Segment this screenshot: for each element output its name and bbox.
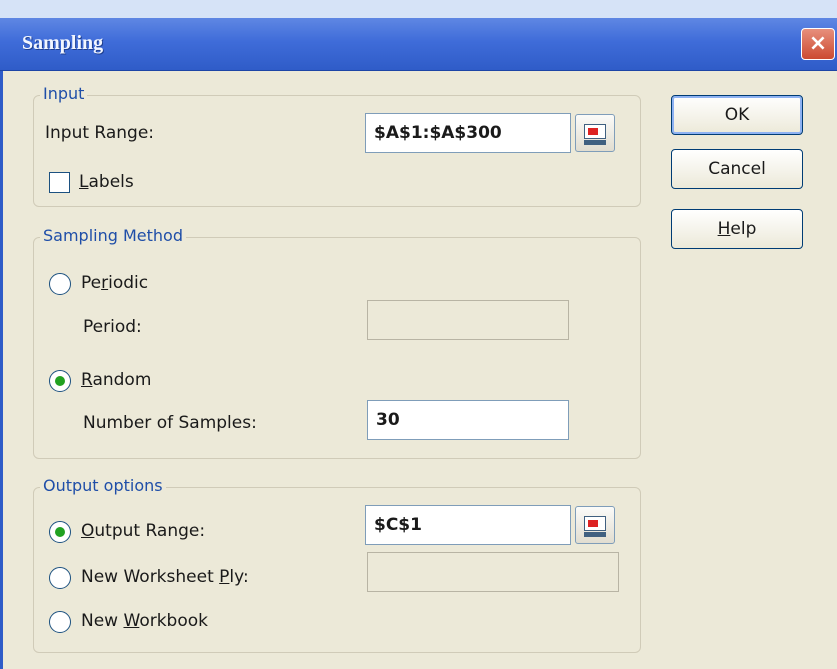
labels-checkbox[interactable] <box>49 172 70 193</box>
output-range-radio-label[interactable]: Output Range: <box>81 521 205 541</box>
close-icon: × <box>808 31 828 56</box>
new-worksheet-ply-field[interactable] <box>367 552 619 592</box>
output-range-collapse-button[interactable] <box>575 506 615 544</box>
new-worksheet-ply-radio-label[interactable]: New Worksheet Ply: <box>81 567 249 587</box>
dialog-title: Sampling <box>22 32 104 54</box>
input-range-field[interactable]: $A$1:$A$300 <box>365 113 571 153</box>
periodic-radio[interactable] <box>49 273 71 295</box>
output-range-radio[interactable] <box>49 521 71 543</box>
period-label: Period: <box>83 317 142 337</box>
period-field[interactable] <box>367 300 569 340</box>
periodic-radio-label[interactable]: Periodic <box>81 273 148 293</box>
output-range-field[interactable]: $C$1 <box>365 505 571 545</box>
dialog-body: Input Input Range: $A$1:$A$300 Labels Sa… <box>0 71 837 669</box>
new-workbook-radio[interactable] <box>49 611 71 633</box>
input-range-label: Input Range: <box>45 123 155 143</box>
number-of-samples-label: Number of Samples: <box>83 413 257 433</box>
new-workbook-radio-label[interactable]: New Workbook <box>81 611 208 631</box>
number-of-samples-field[interactable]: 30 <box>367 400 569 440</box>
random-radio-label[interactable]: Random <box>81 370 151 390</box>
random-radio[interactable] <box>49 370 71 392</box>
cancel-button[interactable]: Cancel <box>671 149 803 189</box>
input-range-collapse-button[interactable] <box>575 114 615 152</box>
sampling-method-legend: Sampling Method <box>40 226 186 245</box>
ok-button[interactable]: OK <box>671 95 803 135</box>
input-legend: Input <box>40 84 88 103</box>
new-worksheet-ply-radio[interactable] <box>49 567 71 589</box>
sampling-dialog: Sampling × Input Input Range: $A$1:$A$30… <box>0 0 837 669</box>
title-bar[interactable]: Sampling × <box>0 18 837 71</box>
help-button[interactable]: Help <box>671 209 803 249</box>
output-options-legend: Output options <box>40 476 166 495</box>
labels-checkbox-label[interactable]: Labels <box>79 172 134 192</box>
close-button[interactable]: × <box>801 28 835 60</box>
